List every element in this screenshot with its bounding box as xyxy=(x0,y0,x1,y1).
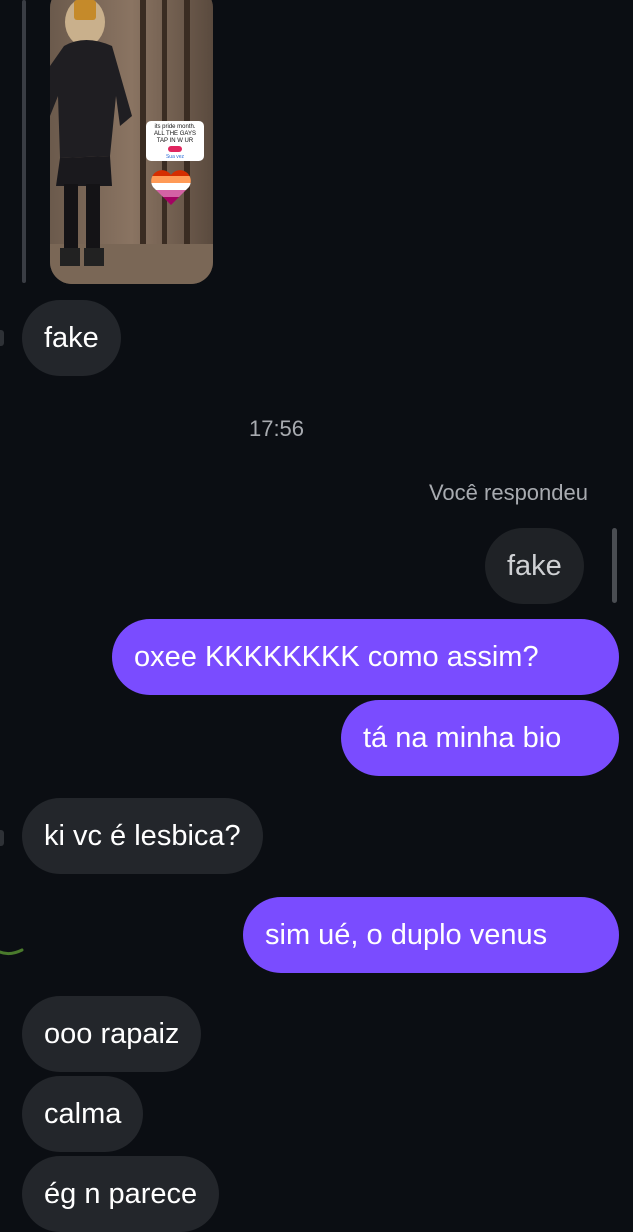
message-bubble-incoming[interactable]: ki vc é lesbica? xyxy=(22,798,263,874)
message-text: calma xyxy=(44,1097,122,1130)
reply-label: Você respondeu xyxy=(428,480,588,505)
sticker-line: its pride month. xyxy=(154,124,196,130)
message-bubble-incoming[interactable]: ooo rapaiz xyxy=(22,996,202,1072)
story-sticker: its pride month. ALL THE GAYS TAP IN W U… xyxy=(146,121,204,161)
message-bubble-incoming[interactable]: ég n parece xyxy=(22,1156,220,1232)
quoted-text: fake xyxy=(507,549,562,582)
quoted-reply-bubble[interactable]: fake xyxy=(485,528,584,604)
sticker-avatars xyxy=(168,146,182,152)
message-text: sim ué, o duplo venus xyxy=(265,918,548,951)
message-text: ooo rapaiz xyxy=(44,1017,180,1050)
sticker-footer: Sua vez xyxy=(165,154,185,160)
sticker-line: ALL THE GAYS xyxy=(154,131,196,137)
message-text: fake xyxy=(44,321,99,354)
message-text: ki vc é lesbica? xyxy=(44,819,241,852)
message-bubble-outgoing[interactable]: tá na minha bio xyxy=(341,700,619,776)
reply-quote-bar xyxy=(612,528,617,603)
message-bubble-incoming[interactable]: calma xyxy=(22,1076,144,1152)
timestamp: 17:56 xyxy=(248,416,305,441)
story-reply-line xyxy=(22,0,26,283)
message-bubble-outgoing[interactable]: sim ué, o duplo venus xyxy=(243,897,619,973)
message-text: ég n parece xyxy=(44,1177,198,1210)
avatar-edge xyxy=(0,330,4,346)
message-text: tá na minha bio xyxy=(363,721,562,754)
avatar-edge xyxy=(0,830,4,846)
story-thumbnail[interactable]: its pride month. ALL THE GAYS TAP IN W U… xyxy=(50,0,213,284)
lesbian-flag-heart-icon xyxy=(151,170,191,206)
message-text: oxee KKKKKKKK como assim? xyxy=(134,640,539,673)
message-bubble-incoming[interactable]: fake xyxy=(22,300,121,376)
green-stroke-mark xyxy=(0,948,24,956)
message-bubble-outgoing[interactable]: oxee KKKKKKKK como assim? xyxy=(112,619,619,695)
sticker-line: TAP IN W UR xyxy=(156,138,194,144)
